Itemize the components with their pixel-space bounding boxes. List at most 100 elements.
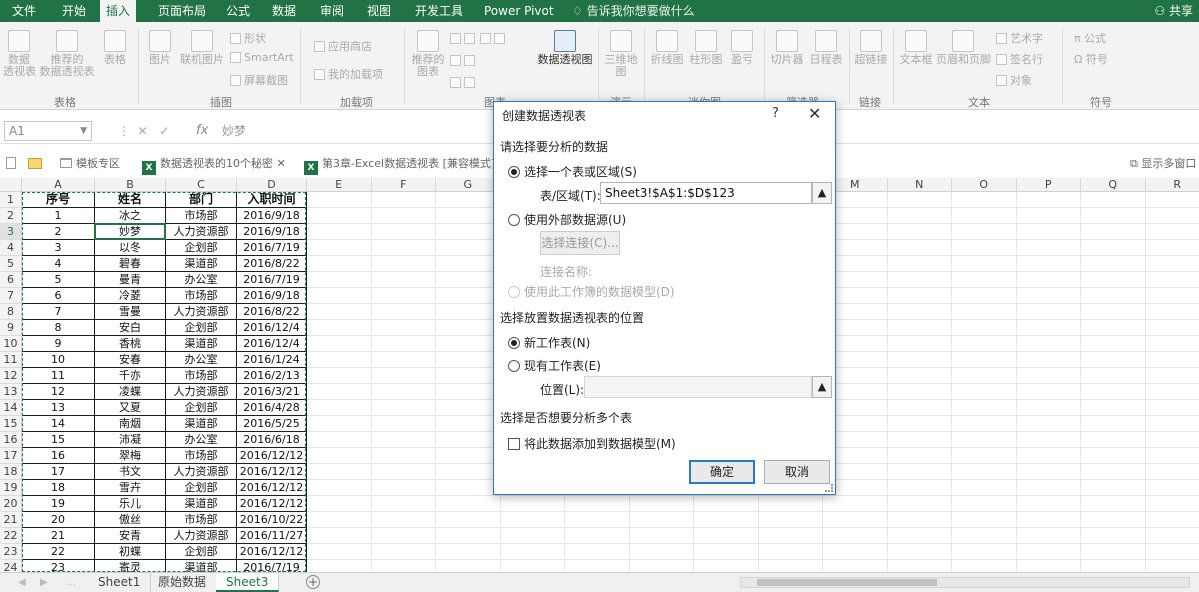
column-header-e[interactable]: E <box>307 178 372 192</box>
table-header-cell[interactable]: 部门 <box>166 192 237 208</box>
picture-button[interactable]: 图片 <box>144 30 176 66</box>
signature-button[interactable]: 签名行 <box>996 51 1043 67</box>
row-header[interactable]: 17 <box>0 448 22 464</box>
pivot-chart-button[interactable]: 数据透视图 <box>536 30 594 66</box>
tab-power-pivot[interactable]: Power Pivot <box>478 0 560 22</box>
table-cell[interactable]: 11 <box>22 368 95 384</box>
table-cell[interactable]: 乐儿 <box>95 496 166 512</box>
store-button[interactable]: 应用商店 <box>314 38 372 54</box>
table-cell[interactable]: 19 <box>22 496 95 512</box>
table-range-input[interactable]: Sheet3!$A$1:$D$123 <box>600 182 812 204</box>
row-header[interactable]: 16 <box>0 432 22 448</box>
doc-tab-pivot-secrets[interactable]: X 数据透视表的10个秘密 ✕ <box>142 155 286 175</box>
table-cell[interactable]: 8 <box>22 320 95 336</box>
column-header-f[interactable]: F <box>371 178 436 192</box>
tab-view[interactable]: 视图 <box>361 0 397 22</box>
table-cell[interactable]: 雪曼 <box>95 304 166 320</box>
location-input[interactable] <box>584 376 812 398</box>
sheet-tab-sheet3[interactable]: Sheet3 <box>216 573 280 592</box>
table-cell[interactable]: 2016/11/27 <box>237 528 307 544</box>
table-cell[interactable]: 10 <box>22 352 95 368</box>
table-cell[interactable]: 渠道部 <box>166 560 237 572</box>
table-cell[interactable]: 17 <box>22 464 95 480</box>
table-cell[interactable]: 碧春 <box>95 256 166 272</box>
row-header[interactable]: 5 <box>0 256 22 272</box>
table-cell[interactable]: 20 <box>22 512 95 528</box>
scrollbar-thumb[interactable] <box>757 579 937 586</box>
column-header-g[interactable]: G <box>436 178 501 192</box>
prev-sheet-icon[interactable]: ◀ <box>18 573 26 592</box>
tab-file[interactable]: 文件 <box>6 0 42 22</box>
collapse-range-button[interactable]: ▲ <box>812 182 832 204</box>
row-header[interactable]: 4 <box>0 240 22 256</box>
radio-select-table[interactable]: 选择一个表或区域(S) <box>508 163 637 180</box>
table-cell[interactable]: 2016/12/12 <box>237 544 307 560</box>
table-cell[interactable]: 又夏 <box>95 400 166 416</box>
row-header[interactable]: 22 <box>0 528 22 544</box>
ok-button[interactable]: 确定 <box>689 460 755 484</box>
table-cell[interactable]: 16 <box>22 448 95 464</box>
column-header-q[interactable]: Q <box>1081 178 1146 192</box>
row-header[interactable]: 6 <box>0 272 22 288</box>
table-cell[interactable]: 2 <box>22 224 95 240</box>
table-header-cell[interactable]: 序号 <box>22 192 95 208</box>
table-cell[interactable]: 2016/2/13 <box>237 368 307 384</box>
table-cell[interactable]: 企划部 <box>166 240 237 256</box>
table-cell[interactable]: 1 <box>22 208 95 224</box>
table-cell[interactable]: 傲丝 <box>95 512 166 528</box>
online-picture-button[interactable]: 联机图片 <box>178 30 226 66</box>
table-cell[interactable]: 2016/12/4 <box>237 336 307 352</box>
new-file-icon[interactable] <box>6 155 16 173</box>
cancel-button[interactable]: 取消 <box>764 460 830 484</box>
sparkline-column-button[interactable]: 柱形图 <box>688 30 724 66</box>
table-cell[interactable]: 7 <box>22 304 95 320</box>
table-cell[interactable]: 渠道部 <box>166 416 237 432</box>
table-cell[interactable]: 渠道部 <box>166 256 237 272</box>
name-box[interactable]: A1 ▼ <box>4 121 92 141</box>
column-header-c[interactable]: C <box>166 178 237 192</box>
table-cell[interactable]: 市场部 <box>166 512 237 528</box>
table-cell[interactable]: 5 <box>22 272 95 288</box>
column-header-a[interactable]: A <box>22 178 95 192</box>
table-cell[interactable]: 2016/3/21 <box>237 384 307 400</box>
wordart-button[interactable]: 艺术字 <box>996 30 1043 46</box>
row-header[interactable]: 2 <box>0 208 22 224</box>
column-chart-dropdown[interactable] <box>450 32 478 45</box>
table-cell[interactable]: 书文 <box>95 464 166 480</box>
row-header[interactable]: 13 <box>0 384 22 400</box>
table-cell[interactable]: 2016/12/12 <box>237 448 307 464</box>
table-cell[interactable]: 办公室 <box>166 432 237 448</box>
table-cell[interactable]: 人力资源部 <box>166 384 237 400</box>
doc-tab-template[interactable]: 模板专区 <box>60 155 120 173</box>
help-icon[interactable]: ? <box>772 106 779 121</box>
table-cell[interactable]: 渠道部 <box>166 336 237 352</box>
sparkline-winloss-button[interactable]: 盈亏 <box>727 30 757 66</box>
table-cell[interactable]: 2016/10/22 <box>237 512 307 528</box>
table-cell[interactable]: 4 <box>22 256 95 272</box>
table-cell[interactable]: 2016/5/25 <box>237 416 307 432</box>
tab-data[interactable]: 数据 <box>266 0 302 22</box>
choose-connection-button[interactable]: 选择连接(C)... <box>540 231 620 255</box>
add-sheet-button[interactable]: + <box>306 575 320 589</box>
radio-new-sheet[interactable]: 新工作表(N) <box>508 334 590 351</box>
select-all-corner[interactable] <box>0 178 22 192</box>
column-header-o[interactable]: O <box>952 178 1017 192</box>
fx-icon[interactable]: fx <box>196 121 208 141</box>
screenshot-button[interactable]: 屏幕截图 <box>230 72 288 88</box>
table-cell[interactable]: 2016/9/18 <box>237 288 307 304</box>
table-cell[interactable]: 曼青 <box>95 272 166 288</box>
row-header[interactable]: 23 <box>0 544 22 560</box>
cancel-icon[interactable]: ✕ <box>138 124 148 138</box>
more-sheets-icon[interactable]: … <box>66 573 76 592</box>
table-cell[interactable]: 企划部 <box>166 400 237 416</box>
table-cell[interactable]: 人力资源部 <box>166 304 237 320</box>
table-cell[interactable]: 15 <box>22 432 95 448</box>
collapse-location-button[interactable]: ▲ <box>812 376 832 398</box>
table-cell[interactable]: 2016/7/19 <box>237 240 307 256</box>
table-cell[interactable]: 市场部 <box>166 368 237 384</box>
table-cell[interactable]: 2016/8/22 <box>237 256 307 272</box>
row-header[interactable]: 20 <box>0 496 22 512</box>
share-button[interactable]: ⚇ 共享 <box>1154 0 1193 22</box>
pie-chart-dropdown[interactable] <box>450 76 478 89</box>
map3d-button[interactable]: 三维地 图 <box>603 30 639 78</box>
